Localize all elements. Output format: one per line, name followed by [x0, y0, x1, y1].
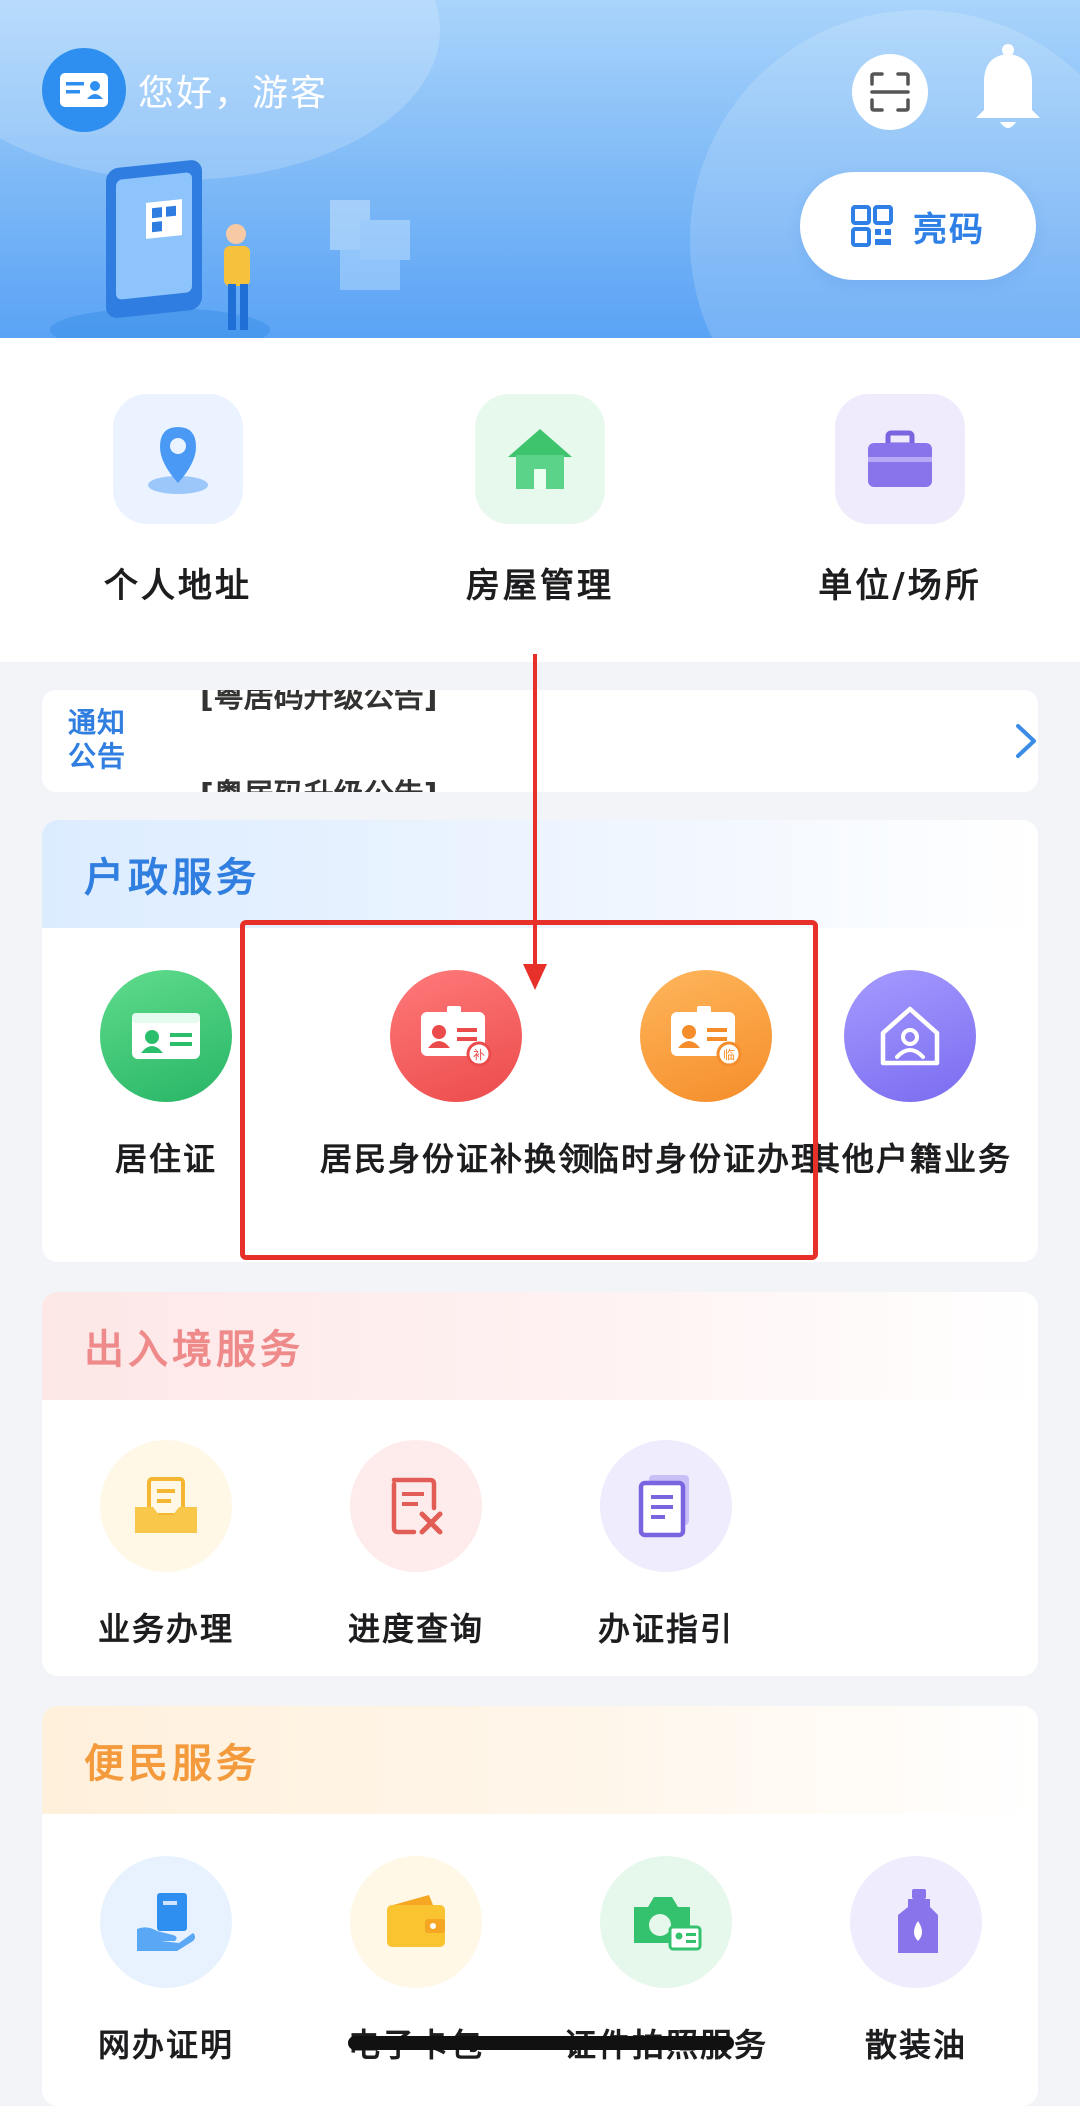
header-banner: 您好，游客 亮码: [0, 0, 1080, 340]
camera-id-icon: [634, 1897, 702, 1951]
household-house-icon: [880, 1006, 940, 1066]
greeting-text: 您好，游客: [138, 73, 329, 114]
notice-tag-line: 通知: [68, 706, 127, 739]
show-code-button[interactable]: 亮码: [800, 172, 1036, 280]
qr-code-icon: [851, 205, 893, 247]
quick-actions: 个人地址 房屋管理 单位/场所: [0, 338, 1080, 662]
service-online-certificate[interactable]: 网办证明: [56, 1856, 276, 2072]
location-pin-icon: [148, 427, 208, 494]
id-card-icon[interactable]: [42, 48, 126, 132]
document-cross-icon: [391, 1477, 443, 1535]
service-certificate-guide[interactable]: 办证指引: [556, 1440, 776, 1656]
chevron-right-icon: [1016, 724, 1036, 758]
service-business-handling[interactable]: 业务办理: [56, 1440, 276, 1656]
scan-button[interactable]: [852, 54, 928, 130]
show-code-label: 亮码: [913, 209, 985, 250]
section-title: 便民服务: [42, 1706, 1038, 1814]
quick-item-personal-address[interactable]: 个人地址: [48, 394, 308, 607]
service-other-household[interactable]: 其他户籍业务: [790, 970, 1030, 1186]
bell-icon[interactable]: [972, 42, 1044, 132]
quick-item-house-management[interactable]: 房屋管理: [410, 394, 670, 607]
banner-illustration: [50, 160, 410, 340]
service-bulk-oil[interactable]: 散装油: [806, 1856, 1026, 2072]
inbox-document-icon: [135, 1477, 197, 1533]
notice-text: [粤居码升级公告]: [200, 690, 438, 715]
section-title: 出入境服务: [42, 1292, 1038, 1400]
quick-label: 个人地址: [104, 566, 252, 606]
home-indicator[interactable]: [348, 2036, 734, 2050]
quick-item-workplace[interactable]: 单位/场所: [770, 394, 1030, 607]
notice-tag-line: 公告: [68, 740, 127, 773]
hand-document-icon: [137, 1893, 195, 1951]
oil-bottle-icon: [898, 1889, 938, 1953]
service-progress-query[interactable]: 进度查询: [306, 1440, 526, 1656]
wallet-icon: [387, 1895, 445, 1947]
service-label: 散装油: [864, 2026, 967, 2064]
residence-card-icon: [132, 1013, 200, 1059]
notice-text: [粤居码升级公告]: [200, 770, 437, 792]
house-icon: [508, 429, 572, 489]
scan-icon: [870, 72, 910, 112]
service-label: 其他户籍业务: [807, 1140, 1012, 1178]
service-label: 进度查询: [347, 1610, 484, 1648]
guide-document-icon: [638, 1475, 689, 1538]
annotation-arrow-icon: [523, 654, 547, 990]
briefcase-icon: [868, 430, 932, 487]
service-label: 网办证明: [97, 2026, 234, 2064]
service-label: 业务办理: [97, 1610, 234, 1648]
service-label: 办证指引: [597, 1610, 734, 1648]
notice-tag: 通知 公告: [68, 706, 140, 774]
entry-exit-services-card: 出入境服务 业务办理 进度查询 办证指引: [42, 1292, 1038, 1676]
quick-label: 单位/场所: [818, 566, 982, 606]
quick-label: 房屋管理: [466, 566, 614, 606]
